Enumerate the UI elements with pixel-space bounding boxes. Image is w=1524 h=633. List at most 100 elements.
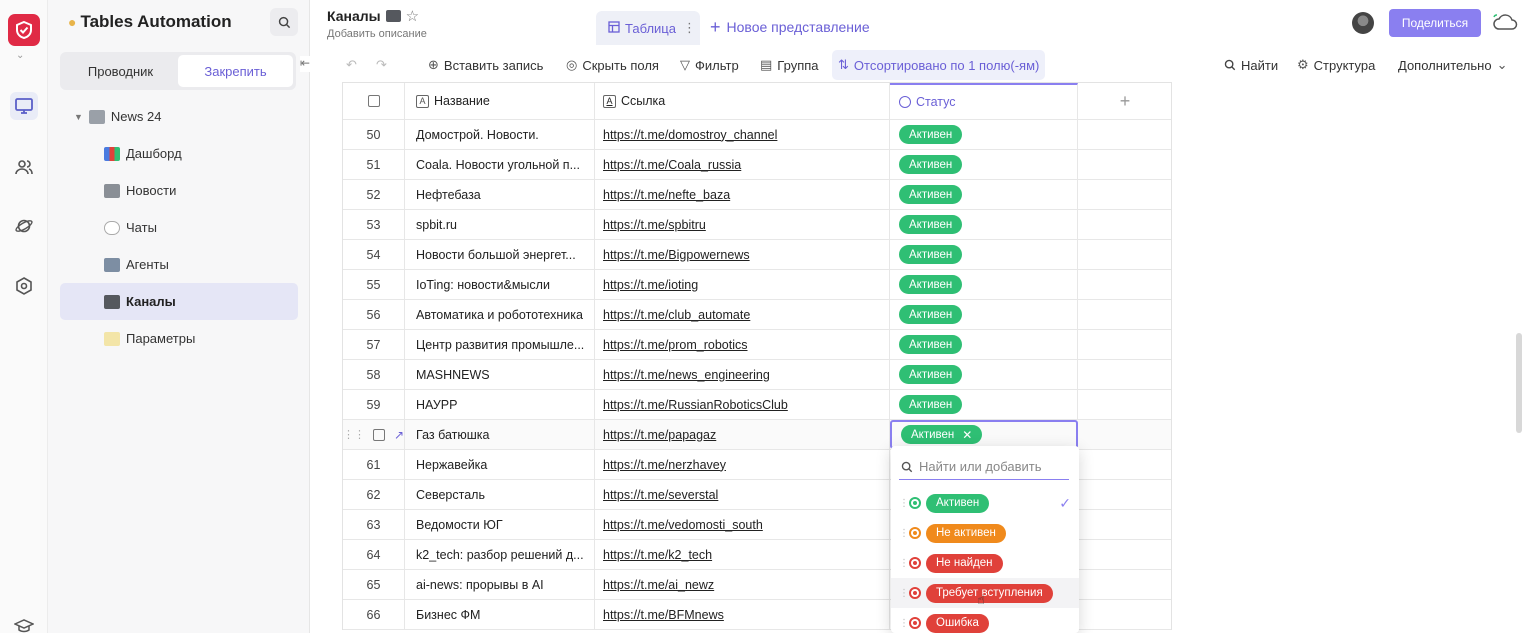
workspace-title[interactable]: ● Tables Automation bbox=[68, 12, 232, 32]
select-all-checkbox-cell[interactable] bbox=[343, 83, 405, 119]
status-cell[interactable]: Активен bbox=[890, 150, 1078, 179]
table-row[interactable]: 59 НАУРР https://t.me/RussianRoboticsClu… bbox=[343, 390, 1171, 420]
name-cell[interactable]: Центр развития промышле... bbox=[405, 330, 595, 359]
table-row[interactable]: 50 Домострой. Новости. https://t.me/domo… bbox=[343, 120, 1171, 150]
drag-handle-icon[interactable]: ⋮ bbox=[899, 618, 909, 629]
sidebar-item-parameters[interactable]: Параметры bbox=[60, 320, 298, 357]
channel-link[interactable]: https://t.me/nerzhavey bbox=[603, 458, 726, 472]
app-logo-icon[interactable] bbox=[8, 14, 40, 46]
share-button[interactable]: Поделиться bbox=[1389, 9, 1481, 37]
vertical-scrollbar[interactable] bbox=[1516, 333, 1522, 433]
channel-link[interactable]: https://t.me/k2_tech bbox=[603, 548, 712, 562]
name-cell[interactable]: IoTing: новости&мысли bbox=[405, 270, 595, 299]
status-cell[interactable]: Активен bbox=[890, 390, 1078, 419]
channel-link[interactable]: https://t.me/severstal bbox=[603, 488, 718, 502]
collapse-sidebar-icon[interactable]: ⇤ bbox=[300, 56, 320, 72]
link-cell[interactable]: https://t.me/severstal bbox=[595, 480, 890, 509]
name-cell[interactable]: MASHNEWS bbox=[405, 360, 595, 389]
sidebar-item-channels[interactable]: Каналы bbox=[60, 283, 298, 320]
channel-link[interactable]: https://t.me/domostroy_channel bbox=[603, 128, 777, 142]
add-column-button[interactable]: + bbox=[1078, 83, 1172, 119]
link-cell[interactable]: https://t.me/news_engineering bbox=[595, 360, 890, 389]
group-button[interactable]: ▤ Группа bbox=[760, 50, 819, 80]
tab-table[interactable]: Таблица ⋮ bbox=[596, 11, 700, 45]
row-checkbox[interactable] bbox=[373, 428, 385, 441]
status-cell[interactable]: Активен bbox=[890, 270, 1078, 299]
sidebar-item-dashboard[interactable]: Дашборд bbox=[60, 135, 298, 172]
link-cell[interactable]: https://t.me/ai_newz bbox=[595, 570, 890, 599]
table-row[interactable]: 53 spbit.ru https://t.me/spbitru Активен bbox=[343, 210, 1171, 240]
name-cell[interactable]: Ведомости ЮГ bbox=[405, 510, 595, 539]
channel-link[interactable]: https://t.me/club_automate bbox=[603, 308, 750, 322]
channel-link[interactable]: https://t.me/Coala_russia bbox=[603, 158, 741, 172]
expand-row-icon[interactable]: ↗ bbox=[394, 428, 404, 442]
status-option[interactable]: ⋮ Активен ✓ bbox=[891, 488, 1079, 518]
chevron-down-icon[interactable]: ⌄ bbox=[16, 50, 24, 61]
channel-link[interactable]: https://t.me/BFMnews bbox=[603, 608, 724, 622]
users-icon[interactable] bbox=[10, 153, 38, 181]
insert-record-button[interactable]: ⊕ Вставить запись bbox=[428, 50, 543, 80]
column-header-link[interactable]: A Ссылка bbox=[595, 83, 890, 119]
status-cell[interactable]: Активен bbox=[890, 360, 1078, 389]
channel-link[interactable]: https://t.me/prom_robotics bbox=[603, 338, 748, 352]
channel-link[interactable]: https://t.me/ioting bbox=[603, 278, 698, 292]
structure-button[interactable]: ⚙ Структура bbox=[1297, 50, 1375, 80]
link-cell[interactable]: https://t.me/k2_tech bbox=[595, 540, 890, 569]
segment-pinned[interactable]: Закрепить bbox=[178, 55, 293, 87]
status-cell[interactable]: Активен ✕ bbox=[890, 420, 1078, 449]
sidebar-item-news[interactable]: Новости bbox=[60, 172, 298, 209]
link-cell[interactable]: https://t.me/ioting bbox=[595, 270, 890, 299]
link-cell[interactable]: https://t.me/Bigpowernews bbox=[595, 240, 890, 269]
name-cell[interactable]: Северсталь bbox=[405, 480, 595, 509]
cloud-sync-icon[interactable] bbox=[1492, 13, 1518, 34]
name-cell[interactable]: Coala. Новости угольной п... bbox=[405, 150, 595, 179]
undo-icon[interactable]: ↶ bbox=[346, 50, 357, 80]
remove-tag-icon[interactable]: ✕ bbox=[962, 428, 972, 442]
drag-handle-icon[interactable]: ⋮ bbox=[899, 498, 909, 509]
table-row[interactable]: 54 Новости большой энергет... https://t.… bbox=[343, 240, 1171, 270]
name-cell[interactable]: Домострой. Новости. bbox=[405, 120, 595, 149]
planet-icon[interactable] bbox=[10, 212, 38, 240]
name-cell[interactable]: Автоматика и робототехника bbox=[405, 300, 595, 329]
sort-button[interactable]: ⇅ Отсортировано по 1 полю(-ям) bbox=[832, 50, 1046, 80]
name-cell[interactable]: Газ батюшка bbox=[405, 420, 595, 449]
status-option[interactable]: ⋮ Ошибка bbox=[891, 608, 1079, 633]
sidebar-item-chats[interactable]: Чаты bbox=[60, 209, 298, 246]
more-button[interactable]: Дополнительно ⌄ bbox=[1398, 50, 1507, 80]
add-description-link[interactable]: Добавить описание bbox=[327, 28, 427, 40]
status-cell[interactable]: Активен bbox=[890, 240, 1078, 269]
monitor-icon[interactable] bbox=[10, 92, 38, 120]
name-cell[interactable]: spbit.ru bbox=[405, 210, 595, 239]
status-search-input[interactable]: Найти или добавить bbox=[899, 454, 1069, 480]
column-header-status[interactable]: Статус bbox=[890, 83, 1078, 119]
link-cell[interactable]: https://t.me/BFMnews bbox=[595, 600, 890, 629]
link-cell[interactable]: https://t.me/RussianRoboticsClub bbox=[595, 390, 890, 419]
status-cell[interactable]: Активен bbox=[890, 210, 1078, 239]
kebab-menu-icon[interactable]: ⋮ bbox=[683, 20, 696, 36]
select-all-checkbox[interactable] bbox=[367, 95, 380, 107]
status-option[interactable]: ⋮ Требует вступления ☝ bbox=[891, 578, 1079, 608]
name-cell[interactable]: Бизнес ФМ bbox=[405, 600, 595, 629]
status-cell[interactable]: Активен bbox=[890, 120, 1078, 149]
hide-fields-button[interactable]: ◎ Скрыть поля bbox=[566, 50, 659, 80]
link-cell[interactable]: https://t.me/vedomosti_south bbox=[595, 510, 890, 539]
channel-link[interactable]: https://t.me/RussianRoboticsClub bbox=[603, 398, 788, 412]
channel-link[interactable]: https://t.me/ai_newz bbox=[603, 578, 714, 592]
status-option[interactable]: ⋮ Не активен bbox=[891, 518, 1079, 548]
name-cell[interactable]: Новости большой энергет... bbox=[405, 240, 595, 269]
link-cell[interactable]: https://t.me/club_automate bbox=[595, 300, 890, 329]
name-cell[interactable]: НАУРР bbox=[405, 390, 595, 419]
status-cell[interactable]: Активен bbox=[890, 180, 1078, 209]
graduation-cap-icon[interactable] bbox=[10, 612, 38, 633]
name-cell[interactable]: Нефтебаза bbox=[405, 180, 595, 209]
channel-link[interactable]: https://t.me/news_engineering bbox=[603, 368, 770, 382]
tree-root-news24[interactable]: ▼ News 24 bbox=[60, 98, 298, 135]
new-view-button[interactable]: + Новое представление bbox=[710, 18, 870, 36]
drag-handle-icon[interactable]: ⋮ bbox=[899, 558, 909, 569]
table-row[interactable]: 57 Центр развития промышле... https://t.… bbox=[343, 330, 1171, 360]
page-title[interactable]: Каналы ☆ bbox=[327, 7, 419, 25]
channel-link[interactable]: https://t.me/nefte_baza bbox=[603, 188, 730, 202]
link-cell[interactable]: https://t.me/spbitru bbox=[595, 210, 890, 239]
table-row[interactable]: 55 IoTing: новости&мысли https://t.me/io… bbox=[343, 270, 1171, 300]
status-cell[interactable]: Активен bbox=[890, 330, 1078, 359]
